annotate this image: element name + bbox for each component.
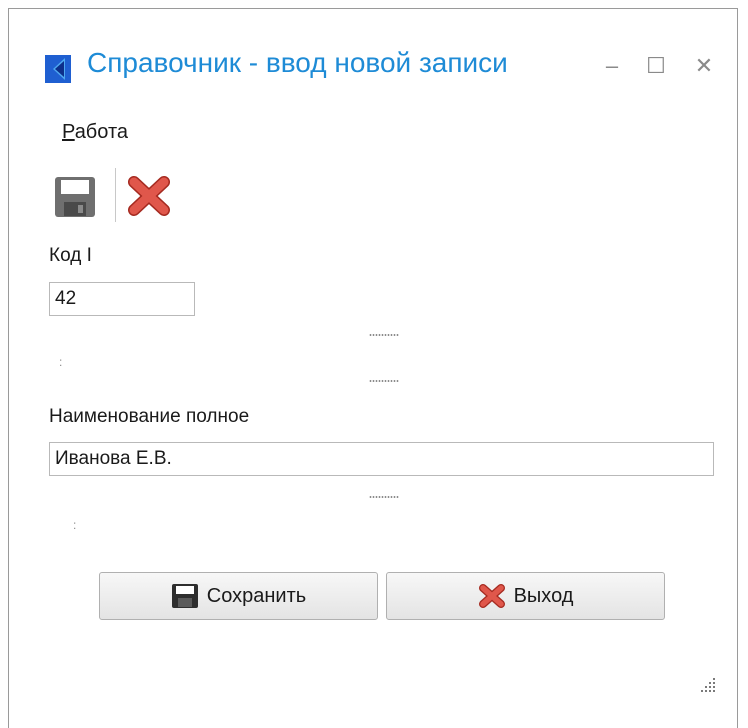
colon-marker: :: [59, 355, 63, 369]
menu-accelerator: Р: [62, 121, 75, 143]
code-field[interactable]: [49, 282, 195, 316]
dotted-separator: [369, 495, 399, 499]
dialog-window: Справочник - ввод новой записи – ☐ ✕ Раб…: [8, 8, 738, 728]
close-button[interactable]: ✕: [689, 51, 719, 81]
dotted-separator: [369, 333, 399, 337]
exit-button-label: Выход: [513, 584, 574, 607]
colon-marker: :: [73, 518, 77, 532]
menu-item-label: абота: [74, 121, 129, 143]
menu-item-work[interactable]: Работа: [62, 121, 128, 144]
directory-app-icon: [45, 55, 71, 83]
red-x-icon[interactable]: [127, 176, 171, 216]
floppy-disk-icon[interactable]: [54, 176, 96, 218]
exit-button[interactable]: Выход: [386, 572, 665, 620]
window-title: Справочник - ввод новой записи: [87, 47, 508, 78]
title-bar[interactable]: Справочник - ввод новой записи – ☐ ✕: [9, 9, 737, 109]
code-label: Код I: [49, 245, 92, 266]
save-button-label: Сохранить: [206, 584, 307, 607]
toolbar: [49, 164, 189, 224]
floppy-disk-icon: [171, 584, 198, 608]
resize-grip-icon[interactable]: [695, 672, 719, 696]
minimize-button[interactable]: –: [597, 51, 627, 81]
toolbar-separator: [115, 168, 116, 222]
save-button[interactable]: Сохранить: [99, 572, 378, 620]
dotted-separator: [369, 379, 399, 383]
full-name-label: Наименование полное: [49, 406, 250, 427]
red-x-icon: [478, 584, 505, 608]
full-name-field[interactable]: [49, 442, 714, 476]
maximize-button[interactable]: ☐: [641, 51, 671, 81]
